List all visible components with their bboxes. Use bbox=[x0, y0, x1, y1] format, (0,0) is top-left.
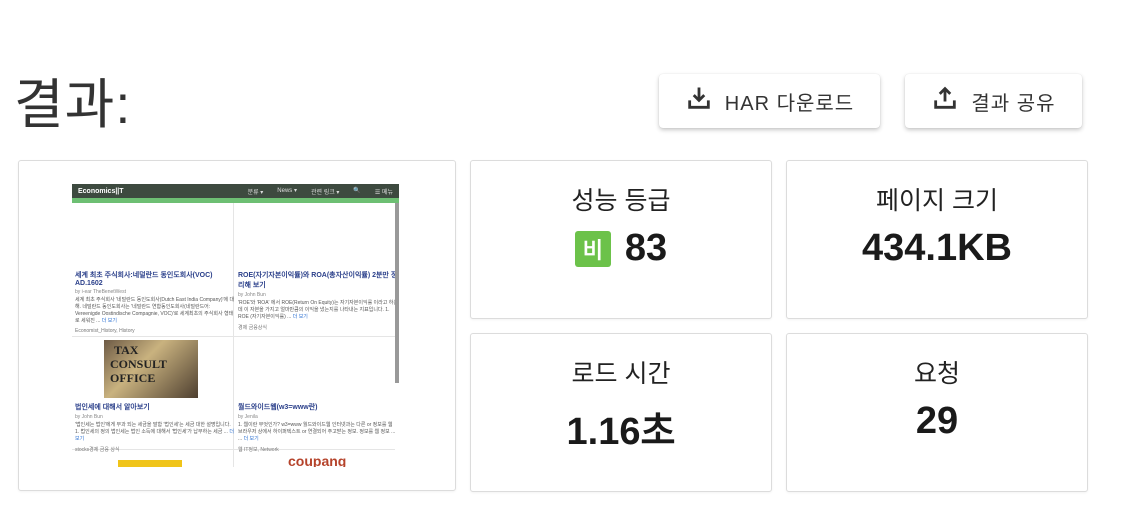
row-divider bbox=[72, 336, 395, 337]
download-har-label: HAR 다운로드 bbox=[724, 92, 855, 115]
post-card: 월드와이드웹(w3=www란) by Jenila 1. 웹이란 무엇인가? w… bbox=[238, 402, 398, 453]
load-time-label: 로드 시간 bbox=[571, 360, 671, 388]
download-icon bbox=[685, 84, 713, 118]
post-card: 법인세에 대해서 알아보기 by John Bun '법인세는 법인'에게 부과… bbox=[75, 404, 234, 453]
post-excerpt: 'ROE'와 'ROA' 에서 ROE(Return On Equity)는 자… bbox=[238, 300, 398, 320]
image-text: CONSULT bbox=[110, 357, 167, 371]
post-author: by i-ear TheBenetWest bbox=[75, 289, 126, 295]
read-more-link: 더 보기 bbox=[101, 318, 117, 324]
page-size-card: 페이지 크기 434.1KB bbox=[786, 160, 1088, 319]
site-nav-item: ☰ 메뉴 bbox=[374, 189, 393, 196]
site-nav-item: 분류 ▾ bbox=[247, 189, 264, 196]
post-author: by John Bun bbox=[75, 414, 103, 420]
post-author: by John Bun bbox=[238, 292, 266, 298]
post-title: 월드와이드웹(w3=www란) bbox=[238, 404, 318, 411]
post-tags: 웹 IT정보, Network bbox=[238, 447, 279, 453]
share-result-button[interactable]: 결과 공유 bbox=[905, 74, 1082, 128]
site-nav-item: News ▾ bbox=[277, 187, 297, 194]
site-subnav bbox=[72, 198, 399, 203]
site-scrollbar bbox=[395, 203, 399, 383]
requests-label: 요청 bbox=[913, 360, 960, 388]
site-nav-item: 관련 링크 ▾ bbox=[310, 189, 340, 196]
site-nav-item: 🔍 bbox=[353, 187, 361, 194]
post-title: 세계 최초 주식회사:네덜란드 동인도회사(VOC) AD.1602 bbox=[75, 272, 213, 287]
post-tags: stocks경제 금융 상식 bbox=[75, 447, 120, 453]
post-author: by Jenila bbox=[238, 414, 258, 420]
page-screenshot: Economics||T 분류 ▾ News ▾ 관련 링크 ▾ 🔍 ☰ 메뉴 … bbox=[72, 184, 399, 467]
download-har-button[interactable]: HAR 다운로드 bbox=[659, 74, 880, 128]
load-time-value: 1.16초 bbox=[566, 411, 676, 453]
load-time-card: 로드 시간 1.16초 bbox=[470, 333, 772, 492]
post-excerpt: 1. 웹이란 무엇인가? w3=www 월드와이드웹 인터넷과는 다른 or 정… bbox=[238, 422, 396, 435]
ad-banner bbox=[118, 460, 182, 467]
image-text: TAX bbox=[114, 343, 139, 357]
page-screenshot-card: Economics||T 분류 ▾ News ▾ 관련 링크 ▾ 🔍 ☰ 메뉴 … bbox=[18, 160, 456, 491]
post-title: ROE(자기자본이익률)와 ROA(총자산이익률) 2분만 정리해 보기 bbox=[238, 272, 398, 289]
post-tags: Economist_History, History bbox=[75, 328, 135, 334]
page-title: 결과: bbox=[14, 75, 132, 135]
requests-card: 요청 29 bbox=[786, 333, 1088, 492]
share-result-label: 결과 공유 bbox=[971, 92, 1056, 115]
tax-office-image: TAX CONSULT OFFICE bbox=[104, 340, 198, 398]
upload-share-icon bbox=[931, 84, 959, 118]
page-size-value: 434.1KB bbox=[862, 227, 1012, 269]
coupang-ad: coupang bbox=[288, 453, 347, 467]
performance-grade-value: 83 bbox=[624, 227, 668, 269]
post-excerpt: '법인세는 법인'에게 부과 되는 세금을 말함 '법인세'는 세금 대한 설명… bbox=[75, 422, 231, 435]
site-name: Economics||T bbox=[78, 187, 124, 195]
post-excerpt: 세계 최초 주식회사 '네덜란드 동인도회사(Dutch East India … bbox=[75, 297, 235, 324]
read-more-link: 더 보기 bbox=[243, 436, 259, 442]
post-card: ROE(자기자본이익률)와 ROA(총자산이익률) 2분만 정리해 보기 by … bbox=[238, 272, 398, 331]
performance-grade-label: 성능 등급 bbox=[571, 187, 671, 215]
page-size-label: 페이지 크기 bbox=[876, 187, 998, 215]
requests-value: 29 bbox=[915, 400, 959, 442]
performance-grade-card: 성능 등급 비 83 bbox=[470, 160, 772, 319]
post-card: 세계 최초 주식회사:네덜란드 동인도회사(VOC) AD.1602 by i-… bbox=[75, 272, 235, 334]
post-tags: 경제 금융상식 bbox=[238, 325, 267, 331]
grade-badge: 비 bbox=[574, 230, 611, 267]
image-text: OFFICE bbox=[110, 371, 156, 385]
site-navbar: Economics||T 분류 ▾ News ▾ 관련 링크 ▾ 🔍 ☰ 메뉴 bbox=[72, 184, 399, 198]
read-more-link: 더 보기 bbox=[292, 314, 308, 320]
post-title: 법인세에 대해서 알아보기 bbox=[75, 404, 150, 411]
